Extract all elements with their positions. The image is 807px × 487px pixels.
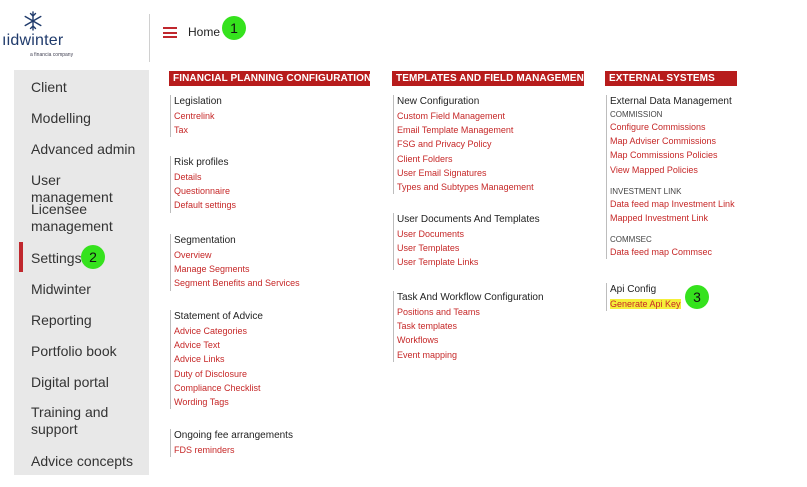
link-user-templates[interactable]: User Templates	[397, 241, 540, 255]
step-marker-2: 2	[81, 245, 105, 269]
group-new-configuration: New Configuration Custom Field Managemen…	[393, 95, 534, 195]
link-types-subtypes[interactable]: Types and Subtypes Management	[397, 180, 534, 194]
link-event-mapping[interactable]: Event mapping	[397, 348, 544, 362]
link-segment-benefits[interactable]: Segment Benefits and Services	[174, 276, 300, 290]
link-tax[interactable]: Tax	[174, 123, 222, 137]
group-title: Legislation	[174, 96, 222, 107]
link-fsg-privacy-policy[interactable]: FSG and Privacy Policy	[397, 137, 534, 151]
link-user-template-links[interactable]: User Template Links	[397, 255, 540, 269]
group-title: New Configuration	[397, 96, 480, 107]
link-manage-segments[interactable]: Manage Segments	[174, 262, 300, 276]
link-mapped-investment-link[interactable]: Mapped Investment Link	[610, 211, 735, 225]
sidebar-item-training-and-support[interactable]: Training and support	[31, 404, 121, 438]
group-title: External Data Management	[610, 96, 732, 107]
link-client-folders[interactable]: Client Folders	[397, 152, 534, 166]
header-divider	[149, 14, 150, 62]
group-title: User Documents And Templates	[397, 214, 540, 225]
link-map-commissions-policies[interactable]: Map Commissions Policies	[610, 148, 735, 162]
link-map-adviser-commissions[interactable]: Map Adviser Commissions	[610, 134, 735, 148]
link-fds-reminders[interactable]: FDS reminders	[174, 443, 293, 457]
link-advice-categories[interactable]: Advice Categories	[174, 324, 263, 338]
subgroup-commission: COMMISSION	[610, 110, 663, 119]
group-statement-of-advice: Statement of Advice Advice Categories Ad…	[170, 310, 263, 410]
link-user-documents[interactable]: User Documents	[397, 227, 540, 241]
active-indicator	[19, 242, 23, 272]
link-workflows[interactable]: Workflows	[397, 333, 544, 347]
group-legislation: Legislation Centrelink Tax	[170, 95, 222, 138]
step-marker-3: 3	[685, 285, 709, 309]
link-centrelink[interactable]: Centrelink	[174, 109, 222, 123]
step-marker-1: 1	[222, 16, 246, 40]
link-generate-api-key[interactable]: Generate Api Key	[610, 299, 681, 309]
link-default-settings[interactable]: Default settings	[174, 198, 236, 212]
sidebar-item-reporting[interactable]: Reporting	[31, 312, 146, 329]
snowflake-icon	[24, 11, 42, 31]
sidebar: Client Modelling Advanced admin User man…	[14, 70, 149, 475]
group-api-config: Api Config Generate Api Key	[606, 283, 681, 312]
group-title: Segmentation	[174, 235, 236, 246]
group-title: Risk profiles	[174, 157, 229, 168]
brand-tagline: a financia company	[30, 52, 74, 58]
link-view-mapped-policies[interactable]: View Mapped Policies	[610, 163, 735, 177]
link-email-template-management[interactable]: Email Template Management	[397, 123, 534, 137]
link-custom-field-management[interactable]: Custom Field Management	[397, 109, 534, 123]
link-overview[interactable]: Overview	[174, 248, 300, 262]
brand-name: ıidwinter	[2, 32, 64, 49]
link-user-email-signatures[interactable]: User Email Signatures	[397, 166, 534, 180]
sidebar-item-modelling[interactable]: Modelling	[31, 110, 146, 127]
link-advice-text[interactable]: Advice Text	[174, 338, 263, 352]
link-advice-links[interactable]: Advice Links	[174, 352, 263, 366]
link-wording-tags[interactable]: Wording Tags	[174, 395, 263, 409]
sidebar-item-client[interactable]: Client	[31, 79, 146, 96]
subgroup-investment-link: INVESTMENT LINK	[610, 186, 682, 196]
link-details[interactable]: Details	[174, 170, 236, 184]
sidebar-item-digital-portal[interactable]: Digital portal	[31, 374, 146, 391]
group-segmentation: Segmentation Overview Manage Segments Se…	[170, 234, 300, 291]
menu-icon[interactable]	[163, 27, 177, 38]
link-task-templates[interactable]: Task templates	[397, 319, 544, 333]
link-duty-of-disclosure[interactable]: Duty of Disclosure	[174, 367, 263, 381]
link-configure-commissions[interactable]: Configure Commissions	[610, 120, 735, 134]
link-data-feed-commsec[interactable]: Data feed map Commsec	[610, 245, 735, 259]
link-data-feed-investment-link[interactable]: Data feed map Investment Link	[610, 197, 735, 211]
section-header-external-systems: EXTERNAL SYSTEMS	[605, 71, 737, 86]
page-title: Home	[188, 25, 221, 39]
link-questionnaire[interactable]: Questionnaire	[174, 184, 236, 198]
section-header-financial-planning: FINANCIAL PLANNING CONFIGURATIONS	[169, 71, 378, 86]
sidebar-item-advanced-admin[interactable]: Advanced admin	[31, 141, 146, 158]
sidebar-item-advice-concepts[interactable]: Advice concepts	[31, 453, 146, 470]
group-title: Task And Workflow Configuration	[397, 292, 544, 303]
group-task-workflow: Task And Workflow Configuration Position…	[393, 291, 544, 362]
group-external-data: External Data Management COMMISSION Conf…	[606, 95, 735, 260]
sidebar-item-licensee-management[interactable]: Licensee management	[31, 201, 126, 235]
group-risk-profiles: Risk profiles Details Questionnaire Defa…	[170, 156, 236, 213]
link-positions-teams[interactable]: Positions and Teams	[397, 305, 544, 319]
midwinter-logo[interactable]: ıidwinter a financia company	[0, 8, 90, 68]
group-title: Api Config	[610, 284, 657, 295]
group-ongoing-fee: Ongoing fee arrangements FDS reminders	[170, 429, 293, 458]
subgroup-commsec: COMMSEC	[610, 235, 652, 245]
sidebar-item-portfolio-book[interactable]: Portfolio book	[31, 343, 146, 360]
section-header-templates: TEMPLATES AND FIELD MANAGEMENT	[392, 71, 590, 86]
group-title: Ongoing fee arrangements	[174, 430, 293, 441]
group-user-documents: User Documents And Templates User Docume…	[393, 213, 540, 270]
sidebar-item-midwinter[interactable]: Midwinter	[31, 281, 146, 298]
link-compliance-checklist[interactable]: Compliance Checklist	[174, 381, 263, 395]
group-title: Statement of Advice	[174, 311, 263, 322]
